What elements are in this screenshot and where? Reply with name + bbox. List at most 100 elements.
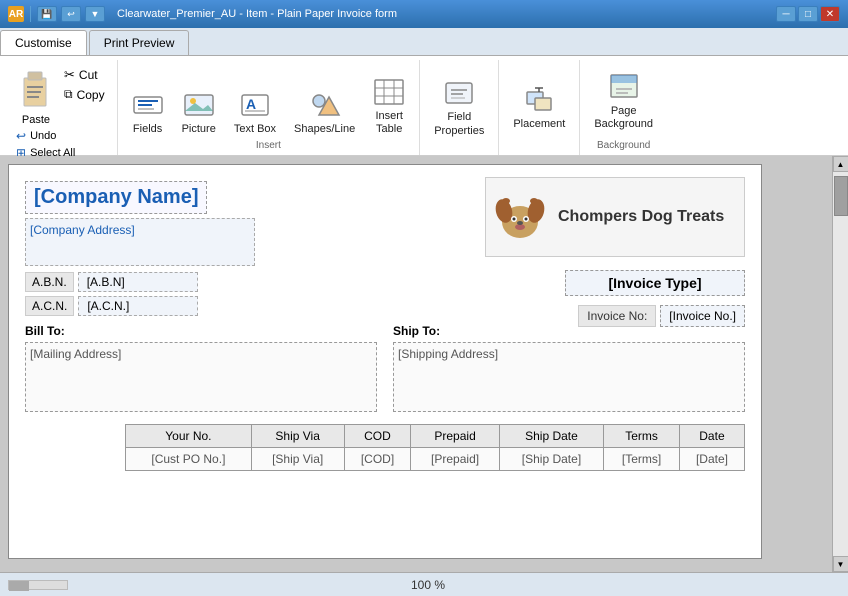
quick-access-settings[interactable]: ▼: [85, 6, 105, 22]
clipboard-group: Paste ✂ Cut ⧉ Copy ↩ Undo ⊞ Selec: [4, 60, 118, 155]
abn-value[interactable]: [A.B.N]: [78, 272, 198, 292]
shapes-line-button[interactable]: Shapes/Line: [288, 85, 361, 140]
paste-button[interactable]: Paste: [12, 64, 60, 128]
quick-access-undo[interactable]: ↩: [61, 6, 81, 22]
table-row: [Cust PO No.][Ship Via][COD][Prepaid][Sh…: [126, 448, 745, 471]
paste-label: Paste: [22, 114, 50, 126]
undo-icon: ↩: [16, 129, 26, 143]
table-cell[interactable]: [Terms]: [604, 448, 680, 471]
table-cell[interactable]: [Ship Via]: [251, 448, 344, 471]
invoice-no-value[interactable]: [Invoice No.]: [660, 305, 745, 327]
page-background-button[interactable]: Page Background: [588, 67, 659, 135]
clipboard-small-buttons: ✂ Cut ⧉ Copy: [60, 64, 109, 128]
field-properties-button[interactable]: Field Properties: [428, 73, 490, 141]
table-cell[interactable]: [Date]: [679, 448, 744, 471]
mailing-address-text: [Mailing Address]: [30, 347, 121, 361]
insert-table-button[interactable]: Insert Table: [367, 72, 411, 140]
tab-customise[interactable]: Customise: [0, 30, 87, 55]
canvas-area[interactable]: [Company Name] [Company Address] A.B.N. …: [0, 156, 832, 572]
horizontal-scrollbar[interactable]: [8, 580, 68, 590]
insert-group: Fields Picture A: [118, 60, 421, 155]
insert-group-label: Insert: [126, 140, 412, 151]
placement-button[interactable]: Placement: [507, 80, 571, 135]
picture-button[interactable]: Picture: [176, 85, 222, 140]
copy-label: Copy: [77, 88, 105, 102]
scroll-down-button[interactable]: ▼: [833, 556, 848, 572]
table-cell[interactable]: [COD]: [344, 448, 411, 471]
undo-button[interactable]: ↩ Undo: [12, 128, 109, 144]
text-box-icon: A: [239, 89, 271, 121]
cut-label: Cut: [79, 68, 98, 82]
text-box-button[interactable]: A Text Box: [228, 85, 282, 140]
page-background-group: Page Background Background: [580, 60, 667, 155]
main-area: [Company Name] [Company Address] A.B.N. …: [0, 156, 848, 572]
insert-table-label: Insert Table: [375, 110, 403, 136]
mailing-address-field[interactable]: [Mailing Address]: [25, 342, 377, 412]
logo-area[interactable]: Chompers Dog Treats: [485, 177, 745, 257]
table-cell[interactable]: [Prepaid]: [411, 448, 499, 471]
scroll-up-button[interactable]: ▲: [833, 156, 848, 172]
title-bar: AR 💾 ↩ ▼ Clearwater_Premier_AU - Item - …: [0, 0, 848, 28]
maximize-button[interactable]: □: [798, 6, 818, 22]
invoice-type-field[interactable]: [Invoice Type]: [565, 270, 745, 296]
window-title: Clearwater_Premier_AU - Item - Plain Pap…: [117, 8, 770, 20]
svg-text:A: A: [246, 96, 256, 112]
copy-button[interactable]: ⧉ Copy: [60, 86, 109, 103]
invoice-no-row: Invoice No: [Invoice No.]: [578, 305, 745, 327]
table-cell[interactable]: [Cust PO No.]: [126, 448, 252, 471]
picture-icon: [183, 89, 215, 121]
table-cell[interactable]: [Ship Date]: [499, 448, 604, 471]
insert-buttons: Fields Picture A: [126, 62, 412, 140]
placement-icon: [523, 84, 555, 116]
table-col-header: COD: [344, 425, 411, 448]
scissors-icon: ✂: [64, 67, 75, 83]
table-col-header: Date: [679, 425, 744, 448]
bill-ship-section: Bill To: [Mailing Address] Ship To: [Shi…: [25, 324, 745, 412]
field-properties-label: Field Properties: [434, 111, 484, 137]
acn-label: A.C.N.: [25, 296, 74, 316]
tab-bar: Customise Print Preview: [0, 28, 848, 56]
field-properties-icon: [443, 77, 475, 109]
app-icon: AR: [8, 6, 24, 22]
zoom-level: 100 %: [411, 578, 445, 592]
page-background-icon: [608, 71, 640, 103]
company-name-field[interactable]: [Company Name]: [25, 181, 207, 214]
h-scroll-thumb: [9, 581, 29, 591]
table-header-row: Your No.Ship ViaCODPrepaidShip DateTerms…: [126, 425, 745, 448]
window-controls: ─ □ ✕: [776, 6, 840, 22]
close-button[interactable]: ✕: [820, 6, 840, 22]
company-address-text: [Company Address]: [30, 223, 135, 237]
tab-print-preview[interactable]: Print Preview: [89, 30, 190, 55]
fields-icon: [132, 89, 164, 121]
insert-table-icon: [373, 76, 405, 108]
fields-button[interactable]: Fields: [126, 85, 170, 140]
table-col-header: Ship Via: [251, 425, 344, 448]
invoice-table: Your No.Ship ViaCODPrepaidShip DateTerms…: [125, 424, 745, 471]
shipping-address-text: [Shipping Address]: [398, 347, 498, 361]
undo-label: Undo: [30, 130, 56, 142]
shapes-line-label: Shapes/Line: [294, 123, 355, 136]
placement-label: Placement: [513, 118, 565, 131]
placement-group: Placement: [499, 60, 580, 155]
table-col-header: Your No.: [126, 425, 252, 448]
paste-icon: [20, 68, 52, 112]
cut-button[interactable]: ✂ Cut: [60, 66, 109, 84]
page-background-group-label: Background: [588, 140, 659, 151]
company-address-field[interactable]: [Company Address]: [25, 218, 255, 266]
bill-to-label: Bill To:: [25, 324, 377, 338]
fields-label: Fields: [133, 123, 162, 136]
quick-access-save[interactable]: 💾: [37, 6, 57, 22]
acn-value[interactable]: [A.C.N.]: [78, 296, 198, 316]
page-background-label: Page Background: [594, 105, 653, 131]
company-logo-text: Chompers Dog Treats: [554, 208, 724, 226]
shipping-address-field[interactable]: [Shipping Address]: [393, 342, 745, 412]
field-properties-group: Field Properties: [420, 60, 499, 155]
copy-icon: ⧉: [64, 87, 73, 102]
minimize-button[interactable]: ─: [776, 6, 796, 22]
scrollbar-vertical[interactable]: ▲ ▼: [832, 156, 848, 572]
abn-label: A.B.N.: [25, 272, 74, 292]
bill-to-section: Bill To: [Mailing Address]: [25, 324, 377, 412]
scroll-thumb[interactable]: [834, 176, 848, 216]
status-bar: 100 %: [0, 572, 848, 596]
invoice-table-container: Your No.Ship ViaCODPrepaidShip DateTerms…: [125, 424, 745, 471]
